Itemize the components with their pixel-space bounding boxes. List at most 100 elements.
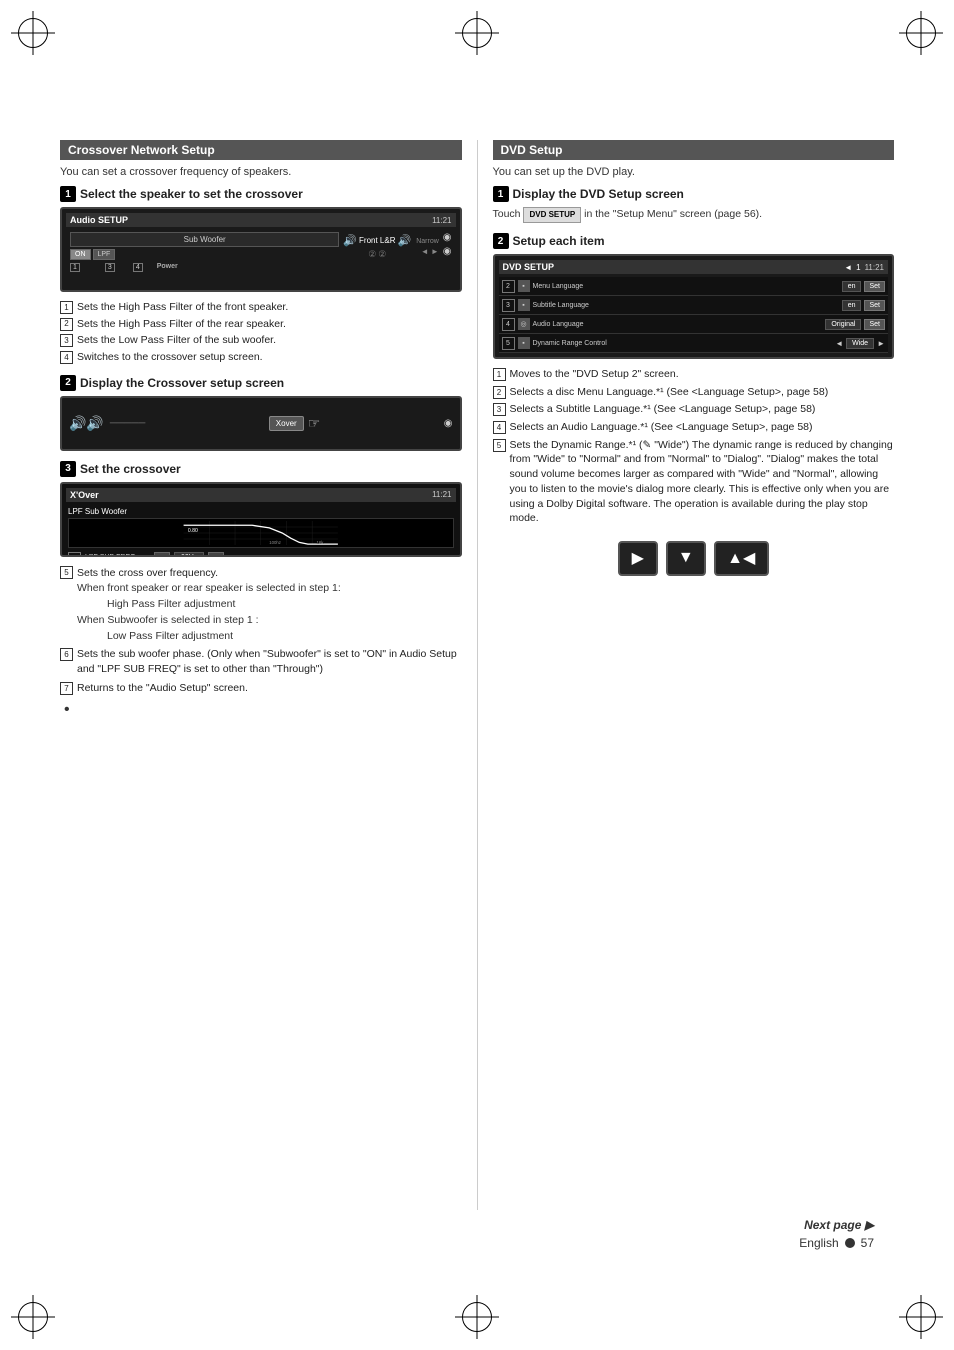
- crossover-intro: You can set a crossover frequency of spe…: [60, 166, 462, 178]
- front-label: Front L&R: [359, 236, 395, 245]
- dvd-list-num-4: 4: [493, 421, 506, 434]
- subtitle-icon: ▪: [518, 299, 530, 311]
- page-dot: [845, 1238, 855, 1248]
- dvd-step1: 1 Display the DVD Setup screen Touch DVD…: [493, 186, 895, 223]
- crossover-step2: 2 Display the Crossover setup screen 🔊🔊 …: [60, 375, 462, 451]
- list-num-5: 5: [60, 566, 73, 579]
- crossover-title: Crossover Network Setup: [68, 143, 215, 157]
- num-1: 1: [70, 263, 80, 272]
- touch-indicator: ☞: [308, 415, 321, 432]
- dvd-title: DVD Setup: [501, 143, 563, 157]
- dvd-rows-container: 2 ▪ Menu Language en Set 3 ▪ Subtitle La…: [499, 277, 889, 353]
- dvd-row-menu-lang: 2 ▪ Menu Language en Set: [499, 277, 889, 296]
- language-label: English: [799, 1236, 838, 1250]
- freq-arrow-right[interactable]: ►: [208, 552, 224, 557]
- setting-num-5: 5: [68, 552, 81, 557]
- dvd-intro: You can set up the DVD play.: [493, 166, 895, 178]
- dvd-row-subtitle-lang: 3 ▪ Subtitle Language en Set: [499, 296, 889, 315]
- right-speaker-icon: ◉: [444, 418, 453, 429]
- dvd-step1-note: Touch DVD SETUP in the "Setup Menu" scre…: [493, 207, 895, 223]
- dvd-screen-time: 11:21: [865, 263, 884, 272]
- dvd-step2-desc: 1 Moves to the "DVD Setup 2" screen. 2 S…: [493, 367, 895, 526]
- audio-lang-set-btn[interactable]: Set: [864, 319, 885, 330]
- range-icon: ▪: [518, 337, 530, 349]
- xover-screen-time: 11:21: [432, 490, 451, 499]
- dvd-setup-screen: DVD SETUP ◄ 1 11:21 2 ▪ Menu Language en…: [493, 254, 895, 359]
- crossover-step3-header: 3 Set the crossover: [60, 461, 462, 477]
- narrow-area: Narrow ◄ ►: [416, 238, 439, 256]
- dvd-section-header: DVD Setup: [493, 140, 895, 160]
- setting-row-freq: 5 LPF SUB FREQ ◄ 60Hz ►: [68, 551, 454, 557]
- speaker-icon-step2: 🔊🔊: [69, 415, 104, 432]
- dvd-section: DVD Setup You can set up the DVD play. 1…: [478, 140, 895, 1210]
- power-label: Power: [157, 263, 178, 272]
- reg-mark-bottom: [462, 1302, 492, 1332]
- up-prev-btn[interactable]: ▲◀: [714, 541, 769, 576]
- list-item-2: 2 Sets the High Pass Filter of the rear …: [60, 317, 462, 332]
- dvd-setup-button[interactable]: DVD SETUP: [523, 207, 581, 223]
- crossover-step3: 3 Set the crossover X'Over 11:21 LPF Sub…: [60, 461, 462, 720]
- play-btn[interactable]: ▶: [618, 541, 658, 576]
- dvd-step2: 2 Setup each item DVD SETUP ◄ 1 11:21 2: [493, 233, 895, 576]
- dvd-screen-title: DVD SETUP: [503, 262, 555, 272]
- audio-icon: ◎: [518, 318, 530, 330]
- menu-lang-set-btn[interactable]: Set: [864, 281, 885, 292]
- dvd-list-num-1: 1: [493, 368, 506, 381]
- reg-mark-top: [462, 18, 492, 48]
- num-3: 3: [105, 263, 115, 272]
- speaker-icon-fr: 🔊: [398, 234, 412, 247]
- page-info: English 57: [799, 1236, 874, 1250]
- screen-time: 11:21: [432, 216, 451, 225]
- next-page-area: Next page ▶ English 57: [799, 1218, 874, 1250]
- crossover-step1-label: Select the speaker to set the crossover: [80, 187, 303, 201]
- dvd-step2-header: 2 Setup each item: [493, 233, 895, 249]
- range-arrow-left[interactable]: ◄: [835, 339, 843, 348]
- crossover-section: Crossover Network Setup You can set a cr…: [60, 140, 478, 1210]
- freq-arrow-left[interactable]: ◄: [154, 552, 170, 557]
- crossover-step2-label: Display the Crossover setup screen: [80, 376, 284, 390]
- crossover-step3-desc: 5 Sets the cross over frequency. When fr…: [60, 565, 462, 720]
- on-btn[interactable]: ON: [70, 249, 91, 260]
- dvd-screen-header: DVD SETUP ◄ 1 11:21: [499, 260, 889, 274]
- crossover-step3-label: Set the crossover: [80, 462, 181, 476]
- main-content: Crossover Network Setup You can set a cr…: [60, 140, 894, 1210]
- svg-text:100hz: 100hz: [269, 540, 281, 545]
- crossover-step1-header: 1 Select the speaker to set the crossove…: [60, 186, 462, 202]
- down-btn[interactable]: ▼: [666, 541, 706, 576]
- lpf-sub-label: LPF Sub Woofer: [68, 507, 454, 516]
- setting-label-freq: LPF SUB FREQ: [85, 554, 150, 557]
- crossover-step2-screen: 🔊🔊 ───── Xover ☞ ◉: [60, 396, 462, 451]
- setting-value-freq: 60Hz: [174, 552, 204, 557]
- subtitle-lang-set-btn[interactable]: Set: [864, 300, 885, 311]
- list-item-1: 1 Sets the High Pass Filter of the front…: [60, 300, 462, 315]
- crossover-section-header: Crossover Network Setup: [60, 140, 462, 160]
- narrow-label: Narrow: [416, 238, 439, 245]
- dvd-step1-header: 1 Display the DVD Setup screen: [493, 186, 895, 202]
- num-4-sel: 4: [133, 263, 143, 272]
- nav-buttons: ▶ ▼ ▲◀: [493, 541, 895, 576]
- list-num-6: 6: [60, 648, 73, 661]
- disc-icon: ▪: [518, 280, 530, 292]
- screen-header: Audio SETUP 11:21: [66, 213, 456, 227]
- xover-screen-title: X'Over: [70, 490, 99, 500]
- list-item-4: 4 Switches to the crossover setup screen…: [60, 350, 462, 365]
- reg-mark-bl: [18, 1302, 48, 1332]
- svg-text:16k: 16k: [316, 540, 324, 545]
- reg-mark-tr: [906, 18, 936, 48]
- lpf-btn[interactable]: LPF: [93, 249, 116, 260]
- sub-woofer-label: Sub Woofer: [70, 232, 339, 247]
- xover-screen-header: X'Over 11:21: [66, 488, 456, 502]
- right-icon1: ◉: [443, 232, 452, 243]
- dvd-step2-label: Setup each item: [513, 234, 605, 248]
- dvd-row-dynamic-range: 5 ▪ Dynamic Range Control ◄ Wide ►: [499, 334, 889, 353]
- crossover-step1: 1 Select the speaker to set the crossove…: [60, 186, 462, 365]
- crossover-step1-list: 1 Sets the High Pass Filter of the front…: [60, 300, 462, 365]
- dvd-row-audio-lang: 4 ◎ Audio Language Original Set: [499, 315, 889, 334]
- range-arrow-right[interactable]: ►: [877, 339, 885, 348]
- speaker-bar-step2: ─────: [110, 418, 145, 429]
- dvd-step2-num: 2: [493, 233, 509, 249]
- list-num-7: 7: [60, 682, 73, 695]
- speaker-icon-fl: 🔊: [343, 234, 357, 247]
- crossover-step2-header: 2 Display the Crossover setup screen: [60, 375, 462, 391]
- xover-btn[interactable]: Xover: [269, 416, 304, 431]
